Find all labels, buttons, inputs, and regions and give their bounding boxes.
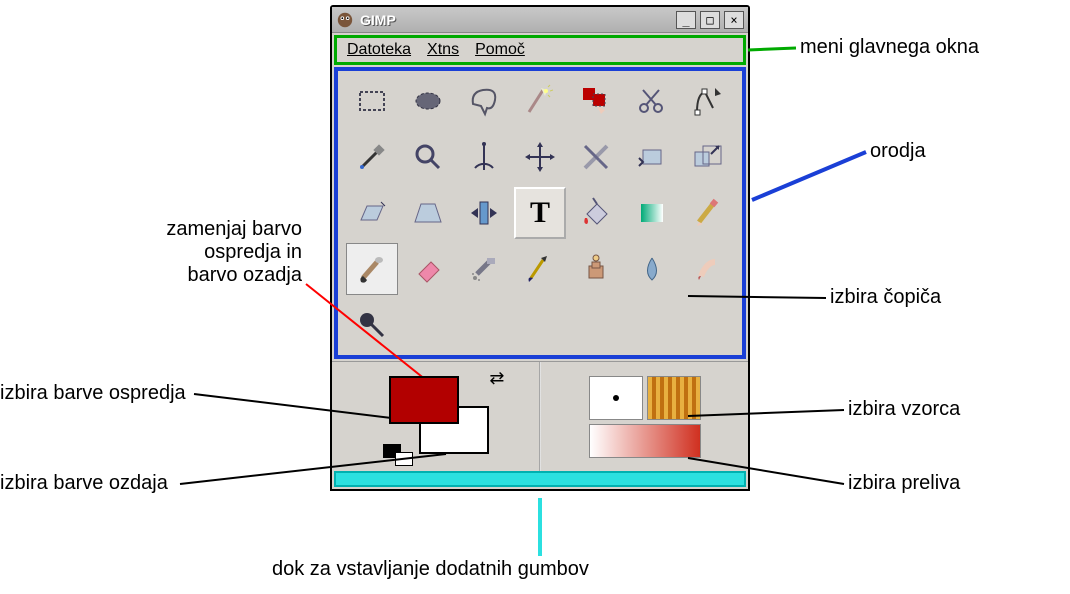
- dock-strip[interactable]: [334, 471, 746, 487]
- color-picker-tool[interactable]: [346, 131, 398, 183]
- move-tool[interactable]: [514, 131, 566, 183]
- eraser-tool[interactable]: [402, 243, 454, 295]
- flip-tool[interactable]: [458, 187, 510, 239]
- paths-tool[interactable]: [682, 75, 734, 127]
- ink-tool[interactable]: [514, 243, 566, 295]
- pencil-tool[interactable]: [682, 187, 734, 239]
- active-brush[interactable]: [589, 376, 643, 420]
- smudge-tool[interactable]: [682, 243, 734, 295]
- label-bg: izbira barve ozdaja: [0, 472, 168, 495]
- tool-grid: T: [342, 75, 738, 351]
- brush-pattern-gradient: [541, 362, 748, 471]
- blend-tool[interactable]: [626, 187, 678, 239]
- main-menu: Datoteka Xtns Pomoč: [334, 35, 746, 65]
- select-by-color-tool[interactable]: [570, 75, 622, 127]
- free-select-tool[interactable]: [458, 75, 510, 127]
- minimize-button[interactable]: _: [676, 11, 696, 29]
- label-gradient: izbira preliva: [848, 472, 960, 495]
- maximize-button[interactable]: □: [700, 11, 720, 29]
- label-pattern: izbira vzorca: [848, 398, 960, 421]
- label-swap: zamenjaj barvo ospredja in barvo ozadja: [72, 218, 302, 287]
- default-colors-icon-bg: [395, 452, 413, 466]
- scissors-tool[interactable]: [626, 75, 678, 127]
- toolbox: T: [334, 67, 746, 359]
- menu-xtns[interactable]: Xtns: [427, 41, 459, 59]
- color-selector: ⇄: [332, 362, 539, 471]
- crop-tool[interactable]: [570, 131, 622, 183]
- clone-tool[interactable]: [570, 243, 622, 295]
- dodge-burn-tool[interactable]: [346, 299, 398, 351]
- menu-pomoc[interactable]: Pomoč: [475, 41, 525, 59]
- gimp-logo-icon: [336, 11, 354, 29]
- fuzzy-select-tool[interactable]: [514, 75, 566, 127]
- rect-select-tool[interactable]: [346, 75, 398, 127]
- magnify-tool[interactable]: [402, 131, 454, 183]
- foreground-color-swatch[interactable]: [389, 376, 459, 424]
- color-brush-area: ⇄: [332, 361, 748, 471]
- text-tool[interactable]: T: [514, 187, 566, 239]
- menu-datoteka[interactable]: Datoteka: [347, 41, 411, 59]
- label-brush: izbira čopiča: [830, 286, 941, 309]
- airbrush-tool[interactable]: [458, 243, 510, 295]
- blur-tool[interactable]: [626, 243, 678, 295]
- titlebar: GIMP _ □ ×: [332, 7, 748, 33]
- label-fg: izbira barve ospredja: [0, 382, 186, 405]
- close-button[interactable]: ×: [724, 11, 744, 29]
- window-title: GIMP: [360, 12, 396, 28]
- ellipse-select-tool[interactable]: [402, 75, 454, 127]
- label-tools: orodja: [870, 140, 926, 163]
- active-pattern[interactable]: [647, 376, 701, 420]
- active-gradient[interactable]: [589, 424, 701, 458]
- bucket-fill-tool[interactable]: [570, 187, 622, 239]
- perspective-tool[interactable]: [402, 187, 454, 239]
- paintbrush-tool[interactable]: [346, 243, 398, 295]
- label-menu: meni glavnega okna: [800, 36, 979, 59]
- rotate-tool[interactable]: [626, 131, 678, 183]
- swap-colors-icon[interactable]: ⇄: [489, 368, 504, 389]
- label-dock: dok za vstavljanje dodatnih gumbov: [272, 558, 589, 581]
- shear-tool[interactable]: [346, 187, 398, 239]
- measure-tool[interactable]: [458, 131, 510, 183]
- scale-tool[interactable]: [682, 131, 734, 183]
- gimp-toolbox-window: GIMP _ □ × Datoteka Xtns Pomoč: [330, 5, 750, 491]
